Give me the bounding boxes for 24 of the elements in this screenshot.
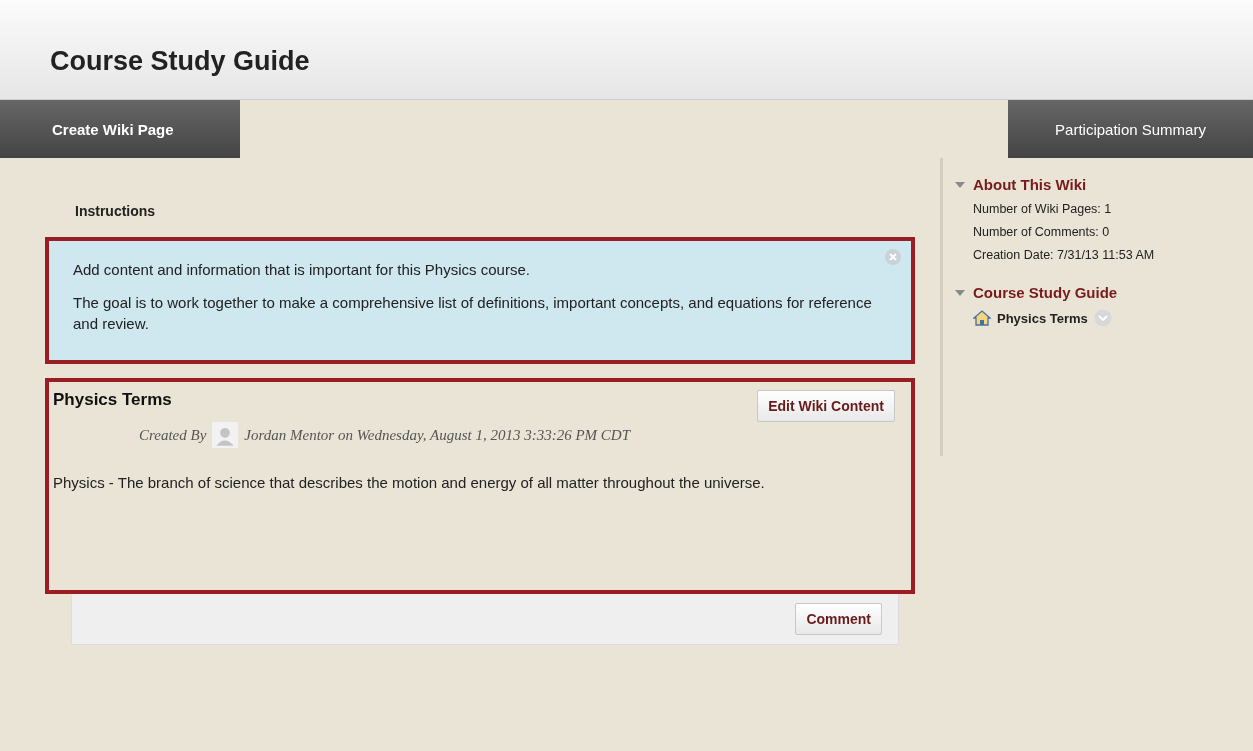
participation-summary-button[interactable]: Participation Summary	[1008, 100, 1253, 158]
wiki-page-title: Physics Terms	[53, 390, 172, 410]
author-date-text: Jordan Mentor on Wednesday, August 1, 2013 3:33:26 PM CDT	[244, 426, 630, 445]
create-wiki-page-button[interactable]: Create Wiki Page	[0, 100, 240, 158]
sidebar-section-title[interactable]: Course Study Guide	[973, 284, 1118, 301]
wiki-info-text: Number of Wiki Pages: 1	[973, 202, 1113, 216]
close-icon[interactable]	[885, 249, 901, 265]
home-icon	[973, 310, 991, 326]
sidebar-page-link[interactable]: Physics Terms	[997, 310, 1088, 326]
wiki-info-text: Number of Comments: 0	[973, 225, 1111, 239]
expand-triangle-icon[interactable]	[955, 287, 965, 298]
instruction-text: Add content and information that is important for this Physics course.	[73, 260, 531, 280]
instruction-text: The goal is to work together to make a comprehensive list of definitions, important concepts, and equations for reference and review.	[73, 293, 873, 334]
instructions-heading: Instructions	[75, 203, 157, 219]
created-by-label: Created By	[139, 426, 207, 445]
expand-triangle-icon[interactable]	[955, 179, 965, 190]
avatar-icon	[212, 422, 239, 448]
wiki-info-text: Creation Date: 7/31/13 11:53 AM	[973, 248, 1155, 262]
wiki-page-body: Physics - The branch of science that describes the motion and energy of all matter throughout the universe.	[53, 473, 766, 493]
sidebar-section-title[interactable]: About This Wiki	[973, 176, 1087, 193]
dropdown-icon[interactable]	[1093, 309, 1112, 327]
page-title: Course Study Guide	[50, 46, 310, 77]
comment-button[interactable]: Comment	[795, 603, 882, 635]
edit-wiki-content-button[interactable]: Edit Wiki Content	[757, 390, 895, 422]
